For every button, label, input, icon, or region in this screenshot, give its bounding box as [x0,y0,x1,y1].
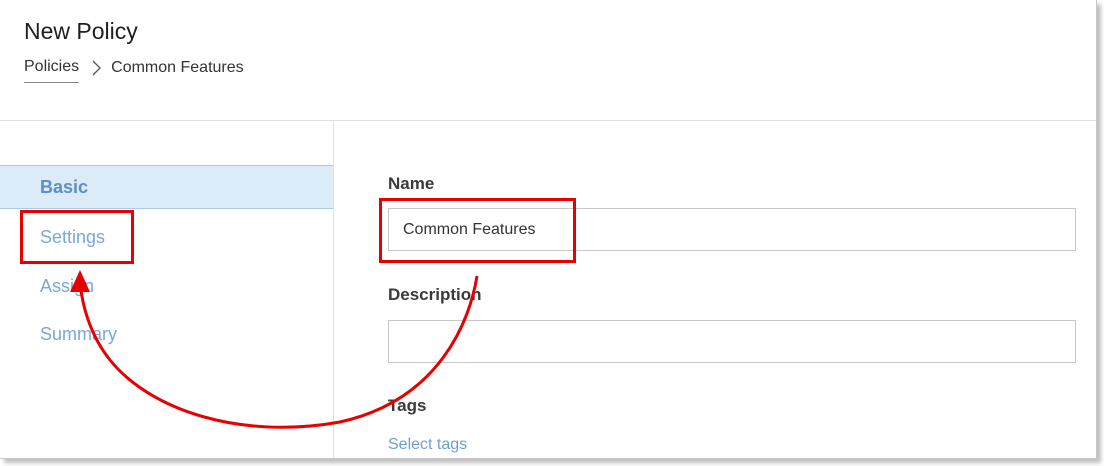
tags-label: Tags [388,396,427,415]
name-label: Name [388,174,435,193]
sidebar-item-settings[interactable]: Settings [0,215,333,259]
sidebar-nav: Basic Settings Assign Summary [0,121,334,458]
sidebar-item-basic[interactable]: Basic [0,165,333,209]
app-window: New Policy Policies Common Features Basi… [0,0,1097,459]
form-panel: Name Description Tags Select tags [334,121,1096,458]
select-tags-link[interactable]: Select tags [388,436,467,454]
description-label: Description [388,285,482,304]
chevron-right-icon [92,60,102,75]
breadcrumb: Policies Common Features [24,58,244,83]
breadcrumb-current: Common Features [111,58,244,76]
breadcrumb-link-policies[interactable]: Policies [24,58,80,83]
sidebar-item-assign[interactable]: Assign [0,264,333,308]
name-input[interactable] [388,208,1076,251]
page-header: New Policy Policies Common Features [0,0,1096,121]
description-input[interactable] [388,320,1076,363]
page-title: New Policy [24,18,138,44]
sidebar-item-summary[interactable]: Summary [0,312,333,356]
